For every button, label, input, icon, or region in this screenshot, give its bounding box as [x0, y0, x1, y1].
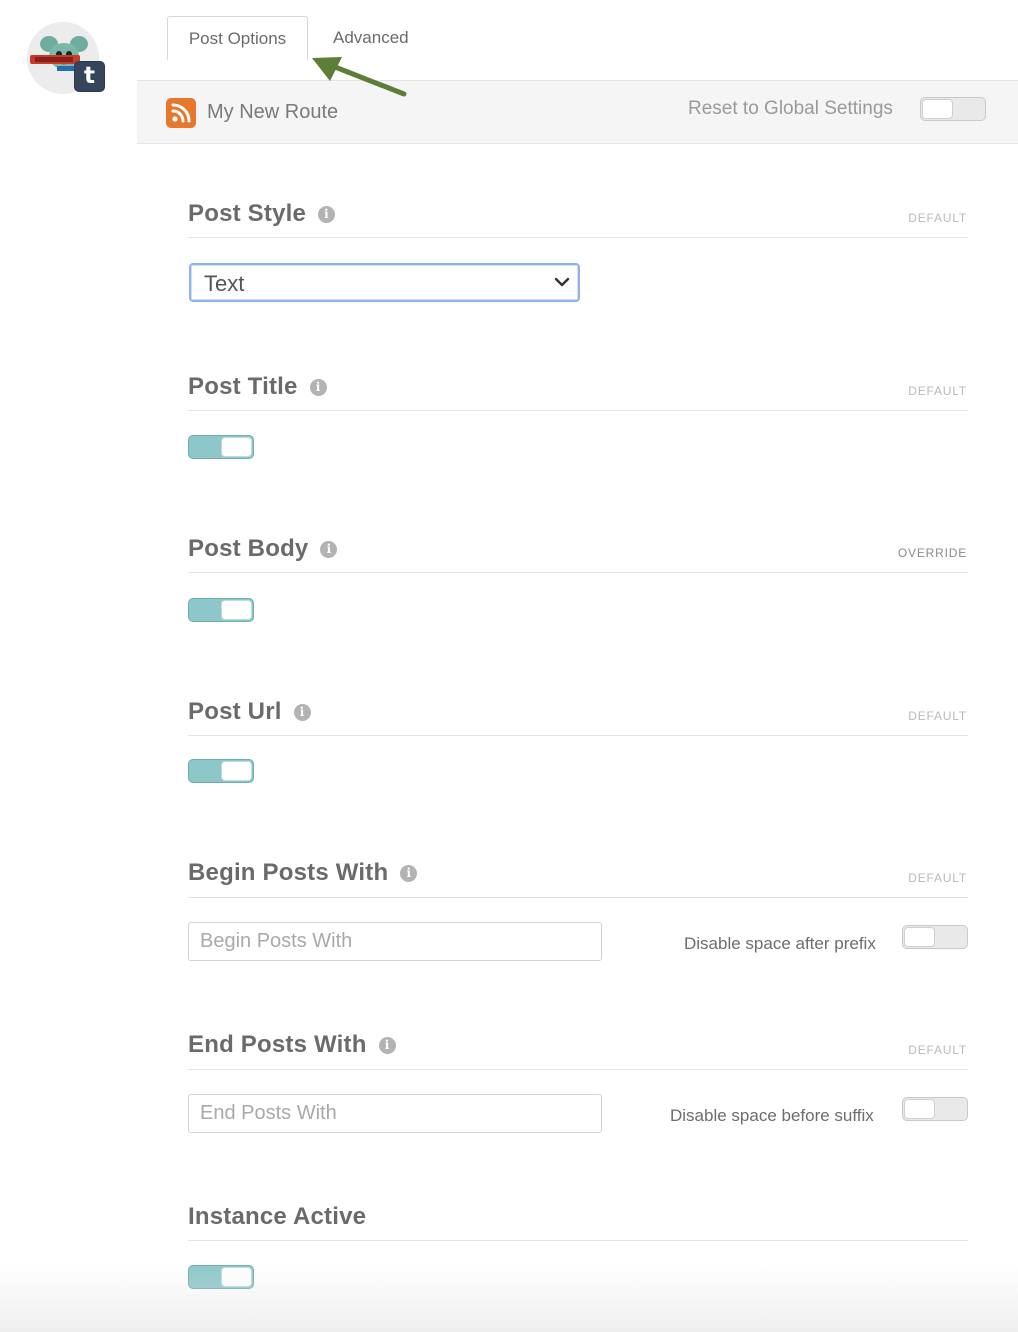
bottom-shadow	[0, 1262, 1018, 1332]
tumblr-icon: t	[74, 61, 105, 92]
toggle-knob	[221, 437, 252, 457]
end-posts-input[interactable]	[188, 1094, 602, 1133]
section-title: Post Title	[188, 373, 298, 400]
section-title: Post Url	[188, 698, 282, 725]
status-badge: DEFAULT	[908, 709, 967, 723]
rss-icon	[166, 98, 196, 128]
divider	[188, 1069, 968, 1070]
begin-posts-heading: Begin Posts With i	[188, 859, 418, 887]
toggle-knob	[904, 1099, 935, 1119]
annotation-arrow-icon	[312, 57, 407, 97]
section-title: Begin Posts With	[188, 859, 389, 886]
chevron-down-icon	[554, 277, 570, 287]
divider	[188, 572, 968, 573]
toggle-knob	[922, 99, 953, 119]
route-name: My New Route	[207, 101, 339, 123]
status-badge: DEFAULT	[908, 871, 967, 885]
toggle-knob	[904, 927, 935, 947]
info-icon[interactable]: i	[320, 541, 338, 558]
toggle-knob	[221, 600, 252, 620]
info-icon[interactable]: i	[309, 379, 327, 396]
status-badge: DEFAULT	[908, 211, 967, 225]
status-badge: OVERRIDE	[897, 546, 967, 560]
section-title: End Posts With	[188, 1031, 367, 1058]
status-badge: DEFAULT	[908, 384, 967, 398]
status-badge: DEFAULT	[908, 1043, 967, 1057]
post-url-heading: Post Url i	[188, 698, 311, 726]
post-title-toggle[interactable]	[188, 435, 254, 459]
instance-active-heading: Instance Active	[188, 1203, 366, 1231]
end-posts-heading: End Posts With i	[188, 1031, 396, 1059]
disable-space-before-suffix-toggle[interactable]	[902, 1097, 968, 1121]
info-icon[interactable]: i	[293, 704, 311, 721]
post-url-toggle[interactable]	[188, 759, 254, 783]
post-style-value: Text	[204, 271, 245, 296]
reset-global-toggle[interactable]	[920, 97, 986, 121]
info-icon[interactable]: i	[318, 206, 336, 223]
section-title: Post Body	[188, 535, 309, 562]
divider	[188, 237, 968, 238]
reset-global-label: Reset to Global Settings	[688, 98, 893, 119]
divider	[188, 897, 968, 898]
toggle-knob	[221, 761, 252, 781]
disable-space-after-prefix-toggle[interactable]	[902, 925, 968, 949]
post-body-heading: Post Body i	[188, 535, 338, 563]
post-style-heading: Post Style i	[188, 200, 336, 228]
tab-post-options[interactable]: Post Options	[167, 16, 308, 60]
post-title-heading: Post Title i	[188, 373, 327, 401]
divider	[188, 1240, 968, 1241]
divider	[188, 735, 968, 736]
section-title: Instance Active	[188, 1203, 367, 1230]
toggle-knob	[221, 1267, 252, 1287]
info-icon[interactable]: i	[400, 865, 418, 882]
section-title: Post Style	[188, 200, 307, 227]
tab-advanced[interactable]: Advanced	[333, 16, 409, 60]
disable-space-before-suffix-label: Disable space before suffix	[670, 1106, 874, 1125]
post-body-toggle[interactable]	[188, 598, 254, 622]
disable-space-after-prefix-label: Disable space after prefix	[684, 934, 876, 953]
route-header: My New Route Reset to Global Settings	[137, 80, 1018, 144]
divider	[188, 410, 968, 411]
post-style-select[interactable]: Text	[189, 263, 580, 302]
info-icon[interactable]: i	[378, 1037, 396, 1054]
instance-active-toggle[interactable]	[188, 1265, 254, 1289]
begin-posts-input[interactable]	[188, 922, 602, 961]
